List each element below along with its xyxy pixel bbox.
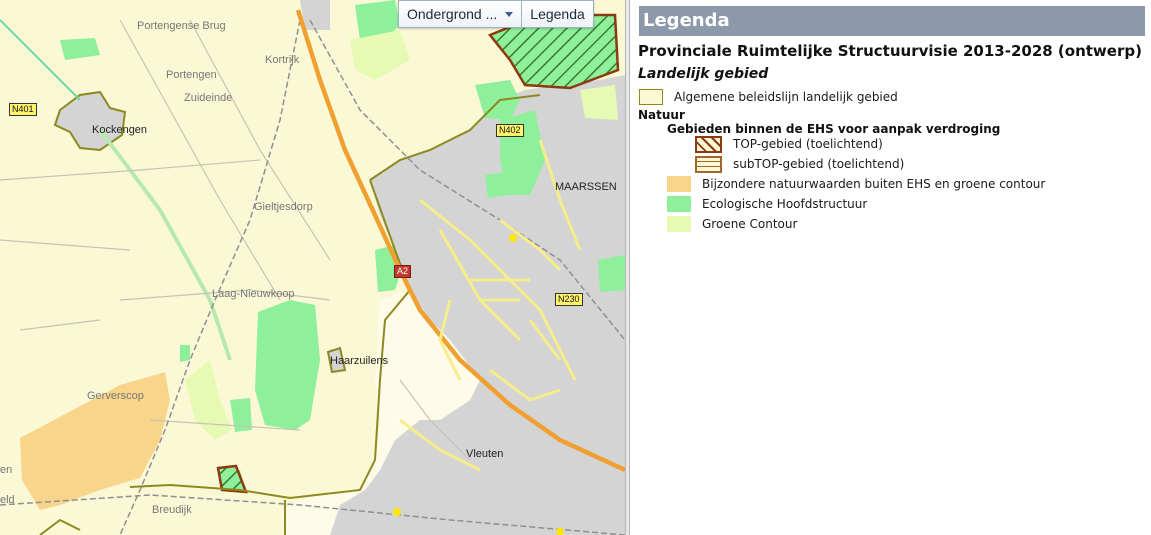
legend-label-landelijk: Algemene beleidslijn landelijk gebied	[674, 90, 898, 104]
place-label-kockengen: Kockengen	[92, 124, 148, 136]
legend-subtitle: Landelijk gebied	[638, 66, 769, 82]
legend-item-top: TOP-gebied (toelichtend)	[695, 135, 883, 153]
legend-toggle-button[interactable]: Legenda	[521, 1, 593, 27]
legend-group-ehs-verdroging: Gebieden binnen de EHS voor aanpak verdr…	[667, 122, 1001, 136]
road-shield-n230: N230	[555, 293, 583, 306]
road-shield-n401: N401	[9, 103, 37, 116]
legend-item-bijzondere: Bijzondere natuurwaarden buiten EHS en g…	[667, 175, 1045, 193]
map-toolbar: Ondergrond ... Legenda	[398, 0, 594, 28]
legend-panel: Legenda Provinciale Ruimtelijke Structuu…	[638, 0, 1148, 535]
legend-swatch-subtop	[695, 155, 722, 173]
legend-item-subtop: subTOP-gebied (toelichtend)	[695, 155, 904, 173]
legend-label-groene-contour: Groene Contour	[702, 217, 798, 231]
road-shield-a2: A2	[394, 265, 412, 278]
place-label-gerverscop: Gerverscop	[87, 390, 144, 402]
place-label-breudijk: Breudijk	[152, 504, 192, 516]
legend-swatch-top	[695, 135, 722, 153]
place-label-maarssen: MAARSSEN	[555, 181, 617, 193]
app: Portengense Brug Kortrijk Portengen Zuid…	[0, 0, 1151, 535]
place-label-haarzuilens: Haarzuilens	[330, 355, 389, 367]
place-label-vleuten: Vleuten	[466, 448, 504, 460]
legend-label-top: TOP-gebied (toelichtend)	[733, 137, 883, 151]
place-label-kortrijk: Kortrijk	[265, 54, 300, 66]
legend-group-natuur: Natuur	[638, 108, 685, 122]
legend-item-landelijk: Algemene beleidslijn landelijk gebied	[639, 88, 898, 106]
basemap-dropdown-label: Ondergrond ...	[407, 6, 498, 22]
legend-label-subtop: subTOP-gebied (toelichtend)	[733, 157, 905, 171]
place-label-portengen: Portengen	[166, 69, 217, 81]
basemap-dropdown-button[interactable]: Ondergrond ...	[399, 1, 522, 27]
place-label-edge-eld: eld	[0, 494, 15, 506]
legend-label-ehs: Ecologische Hoofdstructuur	[702, 197, 868, 211]
legend-header: Legenda	[639, 6, 1145, 36]
legend-swatch-ehs	[667, 196, 691, 212]
place-label-edge-en: en	[0, 464, 13, 476]
place-label-portengense-brug: Portengense Brug	[137, 20, 226, 32]
legend-swatch-bijzondere	[667, 176, 691, 192]
chevron-down-icon	[505, 11, 514, 17]
map-canvas[interactable]	[0, 0, 625, 535]
place-label-laag-nieuwkoop: Laag-Nieuwkoop	[212, 288, 295, 300]
map-view[interactable]: Portengense Brug Kortrijk Portengen Zuid…	[0, 0, 625, 535]
place-label-gieltjesdorp: Gieltjesdorp	[254, 201, 313, 213]
legend-label-bijzondere: Bijzondere natuurwaarden buiten EHS en g…	[702, 177, 1046, 191]
legend-title: Provinciale Ruimtelijke Structuurvisie 2…	[638, 42, 1142, 60]
legend-item-groene-contour: Groene Contour	[667, 215, 797, 233]
legend-item-ehs: Ecologische Hoofdstructuur	[667, 195, 867, 213]
place-label-zuideinde: Zuideinde	[184, 92, 233, 104]
legend-swatch-landelijk	[639, 89, 663, 105]
panel-splitter[interactable]	[625, 0, 630, 535]
legend-swatch-groene-contour	[667, 216, 691, 232]
road-shield-n402: N402	[496, 124, 524, 137]
